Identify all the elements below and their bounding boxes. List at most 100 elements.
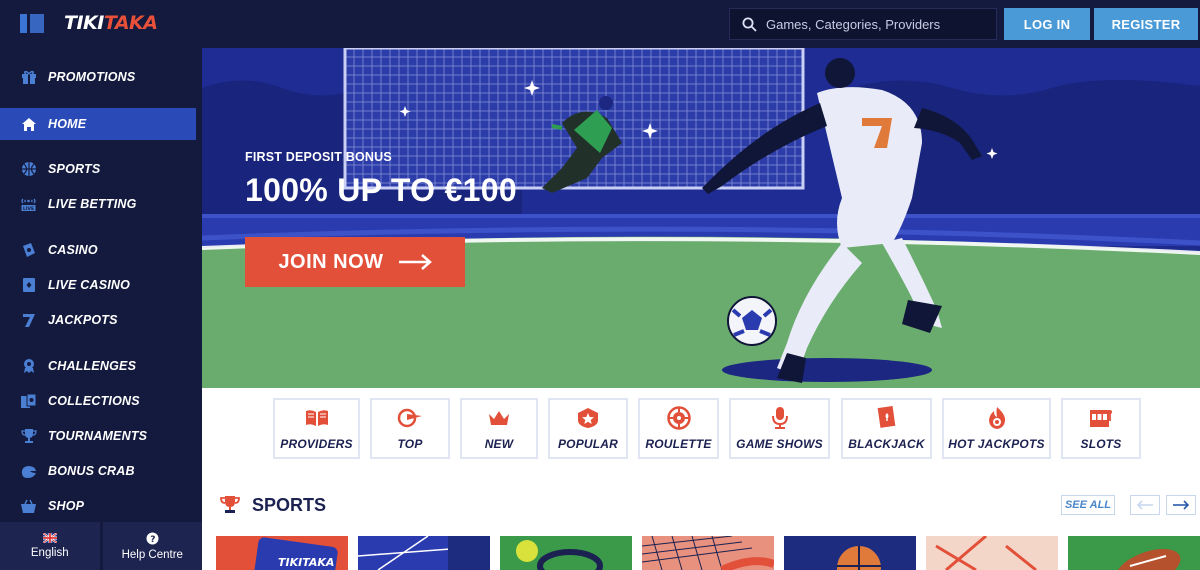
arrow-right-icon xyxy=(1173,500,1190,510)
sidebar-item-label: SPORTS xyxy=(48,162,101,176)
trophy-icon xyxy=(20,428,37,445)
sidebar-item-casino[interactable]: CASINO xyxy=(0,234,196,266)
basket-icon xyxy=(20,498,37,515)
logo-text-tiki: TIKI xyxy=(64,12,104,34)
category-label: POPULAR xyxy=(557,437,619,451)
sidebar-item-label: TOURNAMENTS xyxy=(48,429,148,443)
playing-card-icon xyxy=(876,406,898,429)
sport-card[interactable] xyxy=(642,536,774,570)
prev-button[interactable] xyxy=(1130,495,1160,515)
sidebar-item-home[interactable]: HOME xyxy=(0,108,196,140)
category-label: SLOTS xyxy=(1080,437,1122,451)
sidebar-item-promotions[interactable]: PROMOTIONS xyxy=(0,61,196,93)
sidebar-item-label: COLLECTIONS xyxy=(48,394,140,408)
category-roulette[interactable]: ROULETTE xyxy=(638,398,719,459)
card-art xyxy=(837,546,881,570)
microphone-icon xyxy=(770,407,790,429)
star-badge-icon xyxy=(576,407,600,429)
sport-card[interactable] xyxy=(1068,536,1200,570)
join-now-label: JOIN NOW xyxy=(278,250,384,273)
seven-icon xyxy=(20,312,37,329)
hero-kicker: FIRST DEPOSIT BONUS xyxy=(245,150,392,164)
flame-icon xyxy=(986,407,1008,429)
sidebar: PROMOTIONS HOME SPORTS LIVE LIVE BETTING… xyxy=(0,48,202,570)
next-button[interactable] xyxy=(1166,495,1196,515)
sport-card[interactable] xyxy=(500,536,632,570)
home-icon xyxy=(20,116,37,133)
sport-card[interactable] xyxy=(784,536,916,570)
book-icon xyxy=(304,407,330,429)
card-icon xyxy=(20,277,37,294)
sidebar-item-label: LIVE CASINO xyxy=(48,278,131,292)
card-art xyxy=(642,536,774,570)
sport-card[interactable] xyxy=(926,536,1058,570)
category-top[interactable]: TOP xyxy=(370,398,450,459)
language-selector[interactable]: English xyxy=(0,522,100,570)
live-tv-icon: LIVE xyxy=(20,196,37,213)
sport-card[interactable] xyxy=(358,536,490,570)
register-button[interactable]: REGISTER xyxy=(1094,8,1198,40)
chip-icon xyxy=(20,242,37,259)
card-art xyxy=(935,536,1037,570)
sidebar-item-live-casino[interactable]: LIVE CASINO xyxy=(0,269,196,301)
category-popular[interactable]: POPULAR xyxy=(548,398,628,459)
sidebar-item-label: CHALLENGES xyxy=(48,359,137,373)
category-strip: PROVIDERS TOP NEW POPULAR ROULETTE GAME … xyxy=(202,388,1200,468)
flag-icon xyxy=(397,407,423,429)
hero-banner: FIRST DEPOSIT BONUS 100% UP TO €100 JOIN… xyxy=(202,48,1200,388)
logo-text-taka: TAKA xyxy=(103,12,158,34)
menu-toggle-icon[interactable] xyxy=(20,14,44,33)
arrow-right-icon xyxy=(398,254,432,270)
category-label: NEW xyxy=(484,437,514,451)
slot-machine-icon xyxy=(1089,407,1113,429)
category-providers[interactable]: PROVIDERS xyxy=(273,398,360,459)
svg-text:LIVE: LIVE xyxy=(23,206,34,212)
sidebar-item-collections[interactable]: COLLECTIONS xyxy=(0,385,196,417)
login-button[interactable]: LOG IN xyxy=(1004,8,1090,40)
uk-flag-icon xyxy=(42,533,57,543)
join-now-button[interactable]: JOIN NOW xyxy=(245,237,465,287)
sidebar-item-jackpots[interactable]: JACKPOTS xyxy=(0,304,196,336)
sports-section: SPORTS SEE ALL TIKITAKA xyxy=(202,468,1200,570)
see-all-link[interactable]: SEE ALL xyxy=(1061,495,1115,515)
sidebar-item-label: SHOP xyxy=(48,499,85,513)
hero-illustration xyxy=(202,48,1200,388)
album-icon xyxy=(20,393,37,410)
card-art: TIKITAKA xyxy=(254,537,338,570)
search-input[interactable] xyxy=(766,16,986,32)
hero-title: 100% UP TO €100 xyxy=(245,172,517,208)
category-hot-jackpots[interactable]: HOT JACKPOTS xyxy=(942,398,1051,459)
category-label: ROULETTE xyxy=(645,437,712,451)
sidebar-item-sports[interactable]: SPORTS xyxy=(0,153,196,185)
sport-card[interactable]: TIKITAKA xyxy=(216,536,348,570)
card-art xyxy=(358,536,490,570)
sidebar-item-tournaments[interactable]: TOURNAMENTS xyxy=(0,420,196,452)
help-icon: ? xyxy=(146,532,159,545)
sidebar-item-live-betting[interactable]: LIVE LIVE BETTING xyxy=(0,188,196,220)
search-box[interactable] xyxy=(729,8,997,40)
category-blackjack[interactable]: BLACKJACK xyxy=(841,398,932,459)
category-label: BLACKJACK xyxy=(848,437,925,451)
gift-icon xyxy=(20,69,37,86)
site-logo[interactable]: TIKITAKA xyxy=(64,12,158,34)
help-centre-link[interactable]: ? Help Centre xyxy=(99,522,202,570)
sidebar-item-label: JACKPOTS xyxy=(48,313,118,327)
roulette-icon xyxy=(666,406,691,430)
sports-title: SPORTS xyxy=(252,495,327,515)
basketball-icon xyxy=(20,161,37,178)
sidebar-item-challenges[interactable]: CHALLENGES xyxy=(0,350,196,382)
card-art xyxy=(1115,548,1181,570)
category-game-shows[interactable]: GAME SHOWS xyxy=(729,398,830,459)
sidebar-item-bonus-crab[interactable]: BONUS CRAB xyxy=(0,455,196,487)
crown-icon xyxy=(487,407,511,429)
medal-icon xyxy=(20,358,37,375)
sidebar-footer: English ? Help Centre xyxy=(0,522,202,570)
sidebar-item-label: HOME xyxy=(48,117,87,131)
card-art xyxy=(516,540,603,570)
category-slots[interactable]: SLOTS xyxy=(1061,398,1141,459)
sidebar-item-label: BONUS CRAB xyxy=(48,464,135,478)
sidebar-item-shop[interactable]: SHOP xyxy=(0,490,196,522)
football xyxy=(727,296,777,346)
trophy-icon xyxy=(220,496,240,513)
category-new[interactable]: NEW xyxy=(460,398,538,459)
